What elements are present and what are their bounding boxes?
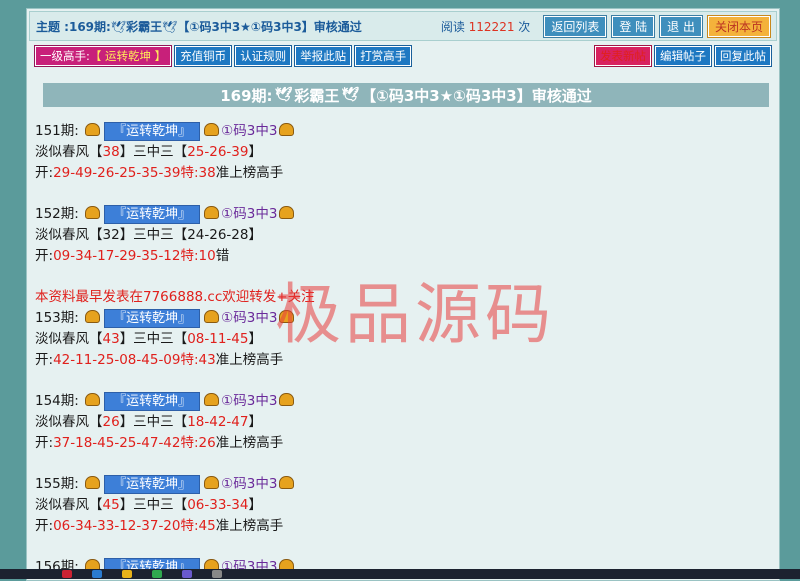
taskbar-app-icon[interactable]	[182, 570, 192, 578]
logout-button[interactable]: 退 出	[660, 15, 702, 37]
taskbar	[0, 569, 800, 579]
notice-text: 本资料最早发表在7766888.cc欢迎转发+关注	[35, 289, 315, 305]
burger-icon	[85, 476, 101, 489]
login-button[interactable]: 登 陆	[612, 15, 655, 37]
author-tag: 『运转乾坤』	[104, 122, 201, 141]
burger-icon	[204, 310, 220, 323]
bird-icon: 🕊	[274, 87, 293, 103]
burger-icon	[279, 206, 295, 219]
author-tag: 『运转乾坤』	[104, 392, 201, 411]
page-frame: 主题 :169期:🕊彩霸王🕊【①码3中3★①码3中3】审核通过 阅读 11222…	[26, 8, 780, 581]
post-block: 151期: 『运转乾坤』 ①码3中3 淡似春风【38】三中三【25-26-39】 …	[35, 121, 765, 184]
recharge-button[interactable]: 充值铜币	[175, 46, 232, 66]
verify-rules-button[interactable]: 认证规则	[235, 46, 292, 66]
tip-expert-button[interactable]: 打赏高手	[355, 46, 412, 66]
post-block: 153期: 『运转乾坤』 ①码3中3 淡似春风【43】三中三【08-11-45】 …	[35, 308, 765, 371]
action-bar: 一级高手:【 运转乾坤 】 充值铜币 认证规则 举报此贴 打赏高手 发表新帖 编…	[35, 46, 775, 66]
top-bar: 主题 :169期:🕊彩霸王🕊【①码3中3★①码3中3】审核通过 阅读 11222…	[29, 11, 777, 41]
user-level-badge[interactable]: 一级高手:【 运转乾坤 】	[35, 46, 172, 66]
topic-title: 主题 :169期:🕊彩霸王🕊【①码3中3★①码3中3】审核通过	[36, 19, 362, 34]
taskbar-app-icon[interactable]	[62, 570, 72, 578]
post-title: 169期: 🕊 彩霸王 🕊 【①码3中3★①码3中3】审核通过	[43, 83, 769, 107]
author-tag: 『运转乾坤』	[104, 205, 201, 224]
author-tag: 『运转乾坤』	[104, 475, 201, 494]
new-post-button[interactable]: 发表新帖	[595, 46, 651, 66]
bird-icon: 🕊	[110, 19, 127, 34]
burger-icon	[204, 123, 220, 136]
burger-icon	[279, 393, 295, 406]
post-content: 151期: 『运转乾坤』 ①码3中3 淡似春风【38】三中三【25-26-39】 …	[35, 121, 765, 580]
burger-icon	[279, 476, 295, 489]
bird-icon: 🕊	[341, 87, 360, 103]
burger-icon	[204, 206, 220, 219]
post-block: 152期: 『运转乾坤』 ①码3中3 淡似春风【32】三中三【24-26-28】 …	[35, 204, 765, 267]
burger-icon	[85, 310, 101, 323]
burger-icon	[204, 476, 220, 489]
burger-icon	[279, 123, 295, 136]
taskbar-app-icon[interactable]	[92, 570, 102, 578]
read-count: 阅读 112221 次	[440, 19, 531, 34]
bird-icon: 🕊	[162, 19, 178, 34]
taskbar-app-icon[interactable]	[212, 570, 222, 578]
edit-post-button[interactable]: 编辑帖子	[655, 46, 711, 66]
taskbar-app-icon[interactable]	[152, 570, 162, 578]
back-to-list-button[interactable]: 返回列表	[544, 15, 607, 37]
close-page-button[interactable]: 关闭本页	[707, 15, 770, 37]
burger-icon	[85, 123, 101, 136]
post-block: 155期: 『运转乾坤』 ①码3中3 淡似春风【45】三中三【06-33-34】 …	[35, 474, 765, 537]
taskbar-app-icon[interactable]	[122, 570, 132, 578]
report-post-button[interactable]: 举报此贴	[295, 46, 352, 66]
burger-icon	[279, 310, 295, 323]
post-block: 154期: 『运转乾坤』 ①码3中3 淡似春风【26】三中三【18-42-47】 …	[35, 391, 765, 454]
author-tag: 『运转乾坤』	[104, 309, 201, 328]
burger-icon	[85, 393, 101, 406]
reply-post-button[interactable]: 回复此帖	[715, 46, 771, 66]
burger-icon	[85, 206, 101, 219]
burger-icon	[204, 393, 220, 406]
